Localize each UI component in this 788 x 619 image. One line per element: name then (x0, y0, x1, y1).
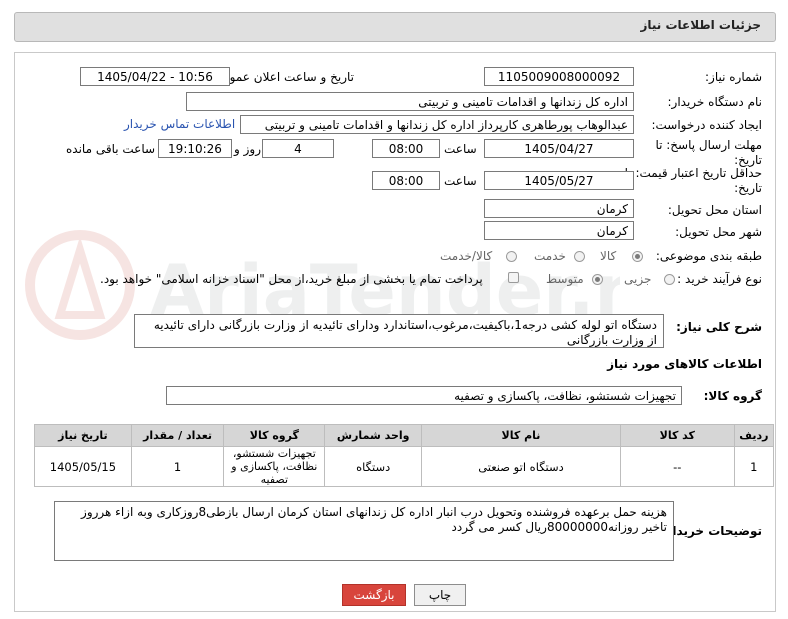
deadline-label: مهلت ارسال پاسخ: تا تاریخ: (655, 138, 762, 167)
remaining-time-field: 19:10:26 (158, 139, 232, 158)
col-date: تاریخ نیاز (34, 424, 132, 447)
col-unit: واحد شمارش (324, 424, 423, 447)
category-label: طبقه بندی موضوعی: (655, 249, 762, 263)
description-label: شرح کلی نیاز: (676, 320, 762, 334)
treasury-payment-note: پرداخت تمام یا بخشی از مبلغ خرید،از محل … (100, 272, 483, 286)
process-option-medium: متوسط (546, 272, 584, 286)
col-name: نام کالا (421, 424, 621, 447)
process-radio-medium[interactable] (592, 274, 603, 285)
goods-info-title: اطلاعات کالاهای مورد نیاز (607, 357, 762, 371)
price-validity-label: حداقل تاریخ اعتبار قیمت: تا تاریخ: (624, 166, 762, 195)
price-validity-time-label: ساعت (444, 174, 477, 188)
table-row: 1 -- دستگاه اتو صنعتی دستگاه تجهیزات شست… (34, 446, 775, 487)
goods-table: ردیف کد کالا نام کالا واحد شمارش گروه کا… (34, 424, 775, 487)
deadline-time-field: 08:00 (372, 139, 440, 158)
treasury-payment-checkbox[interactable] (508, 272, 519, 283)
city-field: کرمان (484, 221, 634, 240)
col-code: کد کالا (619, 424, 735, 447)
deadline-time-label: ساعت (444, 142, 477, 156)
buyer-label: نام دستگاه خریدار: (667, 95, 763, 109)
col-row: ردیف (733, 424, 775, 447)
days-label: روز و (234, 142, 261, 156)
col-qty: تعداد / مقدار (130, 424, 225, 447)
city-label: شهر محل تحویل: (675, 225, 762, 239)
creator-field: عبدالوهاب پورطاهری کارپرداز اداره کل زند… (240, 115, 634, 134)
need-number-field: 1105009008000092 (484, 67, 634, 86)
days-remaining-field: 4 (262, 139, 334, 158)
col-group: گروه کالا (223, 424, 326, 447)
buyer-field: اداره کل زندانها و اقدامات تامینی و تربی… (186, 92, 634, 111)
category-option-goods-service: کالا/خدمت (440, 249, 493, 263)
page-title: جزئیات اطلاعات نیاز (640, 18, 761, 32)
page-header: جزئیات اطلاعات نیاز (14, 12, 776, 42)
province-label: استان محل تحویل: (667, 203, 762, 217)
announce-date-label: تاریخ و ساعت اعلان عمومی: (209, 70, 354, 84)
announce-date-field: 1405/04/22 - 10:56 (80, 67, 230, 86)
buyer-notes-label: توضیحات خریدار: (660, 524, 762, 538)
deadline-date-field: 1405/04/27 (484, 139, 634, 158)
price-validity-time-field: 08:00 (372, 171, 440, 190)
description-field: دستگاه اتو لوله کشی درجه1،باکیفیت،مرغوب،… (134, 314, 664, 348)
table-header-row: ردیف کد کالا نام کالا واحد شمارش گروه کا… (34, 424, 775, 447)
buyer-notes-field: هزینه حمل برعهده فروشنده وتحویل درب انبا… (54, 501, 674, 561)
category-radio-goods[interactable] (632, 251, 643, 262)
cell-row: 1 (733, 446, 775, 487)
province-field: کرمان (484, 199, 634, 218)
category-radio-goods-service[interactable] (506, 251, 517, 262)
print-button[interactable]: چاپ (414, 584, 466, 606)
price-validity-date-field: 1405/05/27 (484, 171, 634, 190)
need-number-label: شماره نیاز: (705, 70, 762, 84)
category-option-goods: کالا (600, 249, 617, 263)
process-option-minor: جزیی (624, 272, 652, 286)
cell-code: -- (619, 446, 735, 487)
cell-unit: دستگاه (324, 446, 423, 487)
cell-group: تجهیزات شستشو، نظافت، پاکسازی و تصفیه (223, 446, 326, 487)
category-radio-service[interactable] (574, 251, 585, 262)
cell-qty: 1 (130, 446, 225, 487)
goods-group-field: تجهیزات شستشو، نظافت، پاکسازی و تصفیه (166, 386, 682, 405)
cell-name: دستگاه اتو صنعتی (421, 446, 621, 487)
category-option-service: خدمت (534, 249, 566, 263)
process-label: نوع فرآیند خرید : (677, 272, 762, 286)
process-radio-minor[interactable] (664, 274, 675, 285)
remaining-time-label: ساعت باقی مانده (66, 142, 156, 156)
creator-label: ایجاد کننده درخواست: (651, 118, 762, 132)
back-button[interactable]: بازگشت (342, 584, 406, 606)
cell-date: 1405/05/15 (34, 446, 132, 487)
buyer-contact-link[interactable]: اطلاعات تماس خریدار (124, 117, 235, 131)
goods-group-label: گروه کالا: (703, 389, 762, 403)
